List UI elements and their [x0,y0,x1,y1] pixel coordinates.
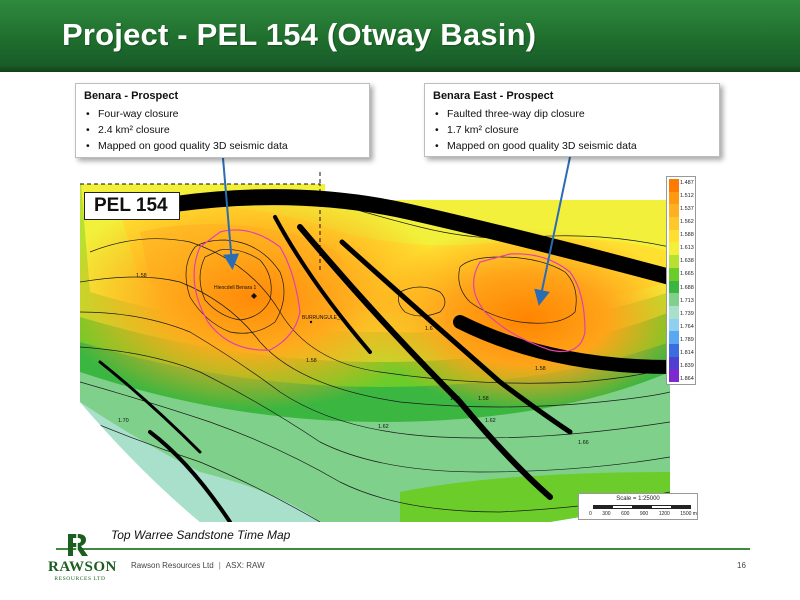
scale-tick: 600 [621,511,630,517]
callout-item: Four-way closure [84,106,359,122]
legend-swatch [669,356,679,370]
callout-list: Four-way closure 2.4 km² closure Mapped … [84,106,359,154]
legend-label: 1.764 [680,323,694,330]
logo-subtitle: RESOURCES LTD [54,576,106,582]
scale-tick: 900 [639,511,649,517]
footer-separator: | [218,561,221,570]
legend-label: 1.864 [680,375,694,382]
scale-tick: 0 [589,511,592,517]
legend-label: 1.562 [680,219,694,226]
color-legend: 1.487 1.512 1.537 1.562 1.588 1.613 1.638 1.665… [666,176,696,385]
page-number: 16 [737,561,746,570]
callout-title: Benara East - Prospect [433,90,554,102]
legend-label: 1.739 [680,310,694,317]
legend-label: 1.588 [680,232,694,239]
legend-swatch [669,229,679,243]
rawson-logo-icon [68,532,88,558]
legend-swatch [669,280,679,294]
legend-labels: 1.487 1.512 1.537 1.562 1.588 1.613 1.638 1.665… [680,177,696,386]
legend-swatch [669,217,679,230]
pel-label: PEL 154 [84,192,180,220]
callout-item: 1.7 km² closure [433,122,709,138]
legend-label: 1.512 [680,193,694,200]
company-logo: RAWSON RESOURCES LTD [40,530,118,586]
legend-swatch [669,331,679,344]
legend-swatch [669,293,679,306]
footer-divider [56,548,750,550]
legend-label: 1.665 [680,271,694,278]
legend-label: 1.638 [680,258,694,265]
legend-swatch [669,204,679,218]
legend-swatch [669,267,679,281]
callout-item: Faulted three-way dip closure [433,106,709,122]
legend-swatches [669,179,679,382]
map-caption: Top Warree Sandstone Time Map [111,528,291,542]
legend-swatch [669,343,679,357]
benara-arrow [222,157,240,270]
benara-prospect-callout: Benara - Prospect Four-way closure 2.4 k… [75,83,370,158]
legend-swatch [669,191,679,205]
benara-east-prospect-callout: Benara East - Prospect Faulted three-way… [424,83,720,157]
legend-swatch [669,242,679,256]
legend-label: 1.814 [680,349,694,356]
scale-tick: 1200 [658,511,670,517]
legend-label: 1.487 [680,180,694,186]
legend-label: 1.537 [680,206,694,213]
legend-swatch [669,255,679,268]
legend-label: 1.839 [680,362,694,369]
scale-bar: Scale = 1:25000 0 300 600 900 1200 1500 … [578,493,698,520]
legend-label: 1.688 [680,284,694,291]
scale-ticks: 0 300 600 900 1200 1500 m [589,511,697,517]
legend-label: 1.613 [680,245,694,252]
scale-tick: 300 [602,511,611,517]
footer-text: Rawson Resources Ltd | ASX: RAW [131,561,265,570]
legend-swatch [669,179,679,192]
benara-east-arrow [534,156,571,306]
callout-item: Mapped on good quality 3D seismic data [84,138,359,154]
callout-list: Faulted three-way dip closure 1.7 km² cl… [433,106,709,154]
legend-label: 1.789 [680,336,694,343]
callout-item: 2.4 km² closure [84,122,359,138]
footer-company: Rawson Resources Ltd [131,561,214,570]
logo-name: RAWSON [48,559,117,575]
legend-swatch [669,318,679,332]
callout-item: Mapped on good quality 3D seismic data [433,138,709,154]
legend-label: 1.713 [680,297,694,304]
scale-tick: 1500 m [680,511,697,517]
scale-text: Scale = 1:25000 [616,496,660,502]
legend-swatch [669,369,679,382]
legend-swatch [669,305,679,319]
scale-bar-graphic [593,505,691,509]
footer-ticker: ASX: RAW [225,561,265,570]
callout-title: Benara - Prospect [84,90,179,102]
